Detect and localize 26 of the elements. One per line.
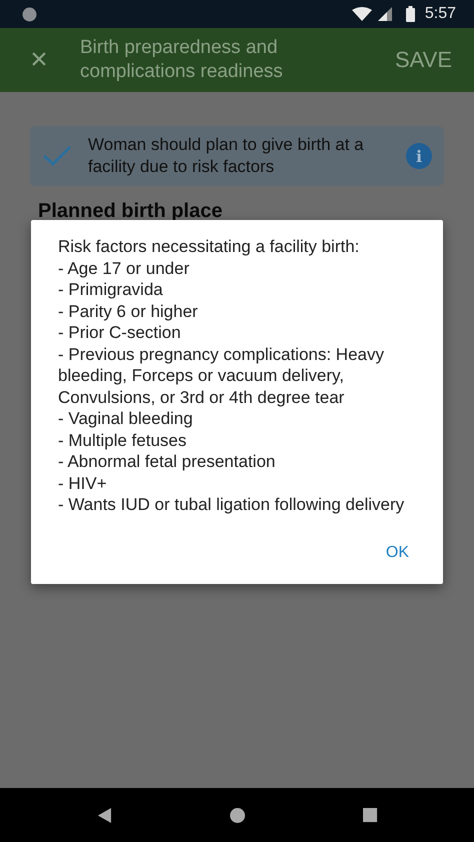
close-button[interactable]: × [22, 45, 56, 75]
risk-factor-item: - Parity 6 or higher [58, 300, 199, 322]
risk-factor-item: - Age 17 or under [58, 258, 190, 279]
notification-icon [22, 6, 37, 22]
risk-factor-item: - Wants IUD or tubal ligation following delivery [58, 494, 406, 516]
wifi-icon [352, 7, 372, 21]
save-button[interactable]: SAVE [388, 43, 458, 77]
risk-factor-item: - Multiple fetuses [58, 430, 188, 451]
form-title: Birth preparedness and complications readiness [80, 36, 284, 84]
back-icon[interactable] [96, 808, 112, 822]
dialog-title: Risk factors necessitating a facility birth: [58, 236, 360, 258]
risk-factor-item: - Primigravida [58, 279, 164, 300]
risk-factor-item: - Vaginal bleeding [58, 408, 194, 430]
info-button[interactable]: i [406, 143, 432, 169]
recents-icon[interactable] [362, 808, 378, 822]
risk-factor-item: - Prior C-section [58, 322, 182, 344]
ok-button[interactable]: OK [376, 538, 419, 568]
signal-icon [378, 7, 392, 21]
status-time: 5:57 [424, 5, 456, 23]
risk-factor-item: - Previous pregnancy complications: Heavy bleeding, Forceps or vacuum delivery, Convulsions, or 3rd or 4th degree tear [58, 344, 385, 408]
home-icon[interactable] [230, 808, 244, 822]
notice-text: Woman should plan to give birth at a facility due to risk factors [88, 134, 365, 178]
battery-icon [406, 6, 415, 22]
section-heading: Planned birth place [38, 200, 224, 222]
risk-factor-item: - HIV+ [58, 472, 108, 494]
risk-factor-item: - Abnormal fetal presentation [58, 451, 276, 472]
